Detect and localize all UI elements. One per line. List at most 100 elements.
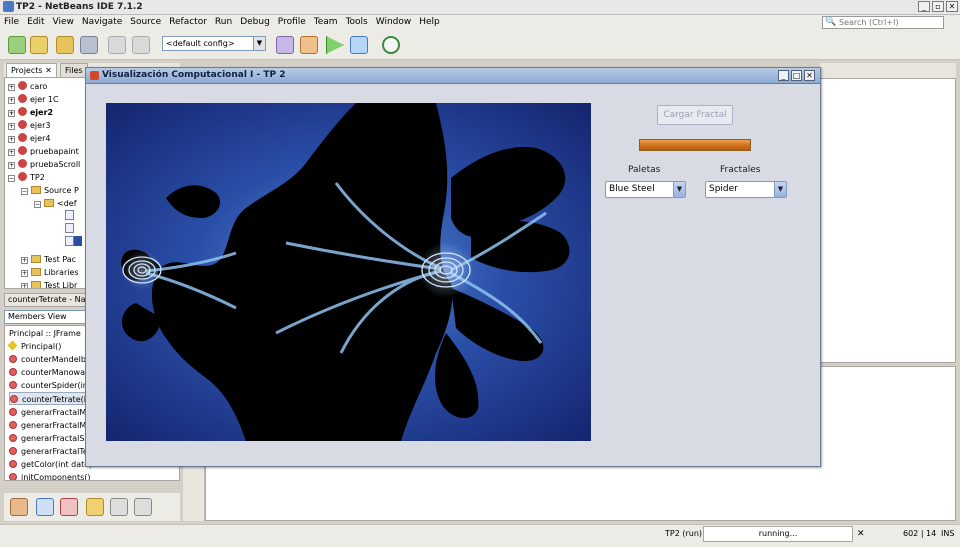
sort-icon[interactable] (134, 498, 152, 516)
fractal-select[interactable]: Spider ▼ (705, 181, 787, 198)
list-item[interactable]: generarFractalTe (9, 445, 88, 458)
java-file-icon (65, 210, 74, 220)
member-label: initComponents() (21, 473, 91, 481)
tree-item[interactable]: + Libraries (21, 266, 79, 279)
menu-refactor[interactable]: Refactor (165, 15, 211, 30)
debug-icon[interactable] (350, 36, 368, 54)
tree-item[interactable] (65, 236, 82, 249)
tree-item[interactable]: + Test Libr (21, 279, 78, 289)
tab-projects[interactable]: Projects ✕ (6, 63, 57, 77)
minimize-icon[interactable]: _ (918, 1, 930, 12)
tab-files[interactable]: Files (60, 63, 88, 77)
menu-bar: File Edit View Navigate Source Refactor Run Deb… (0, 15, 960, 30)
minimize-icon[interactable]: _ (778, 70, 789, 81)
java-cup-icon (90, 71, 99, 80)
method-icon (9, 447, 17, 455)
tree-item[interactable]: − <def (34, 197, 77, 210)
list-item[interactable]: initComponents() (9, 471, 91, 481)
menu-debug[interactable]: Debug (236, 15, 274, 30)
menu-view[interactable]: View (49, 15, 78, 30)
tree-item[interactable]: − Source P (21, 184, 79, 197)
undo-icon[interactable] (108, 36, 126, 54)
profile-icon[interactable] (382, 36, 400, 54)
palette-select[interactable]: Blue Steel ▼ (605, 181, 686, 198)
maximize-icon[interactable]: ▫ (932, 1, 944, 12)
method-icon (9, 368, 17, 376)
close-icon[interactable]: ✕ (857, 529, 865, 539)
tree-item[interactable]: − TP2 (8, 171, 45, 184)
tree-item[interactable] (65, 210, 74, 223)
close-icon[interactable]: ✕ (946, 1, 958, 12)
tree-item[interactable]: + ejer 1C (8, 93, 59, 106)
fields-icon[interactable] (36, 498, 54, 516)
load-fractal-button[interactable]: Cargar Fractal (657, 105, 733, 125)
tree-item-label: pruebaScroll (30, 160, 81, 169)
static-icon[interactable] (60, 498, 78, 516)
inherited-icon[interactable] (110, 498, 128, 516)
tree-item[interactable]: + ejer2 (8, 106, 53, 119)
tree-item-label: <def (57, 199, 77, 208)
new-project-icon[interactable] (30, 36, 48, 54)
list-item[interactable]: counterMandelbr (9, 353, 89, 366)
filter-icon[interactable] (10, 498, 28, 516)
editor-area[interactable] (820, 78, 956, 363)
list-item[interactable]: counterSpider(in (9, 379, 88, 392)
tree-item[interactable]: + Test Pac (21, 253, 76, 266)
tree-item[interactable]: + ejer3 (8, 119, 50, 132)
save-all-icon[interactable] (80, 36, 98, 54)
menu-tools[interactable]: Tools (342, 15, 372, 30)
redo-icon[interactable] (132, 36, 150, 54)
member-label: counterMandelbr (21, 355, 90, 364)
menu-window[interactable]: Window (372, 15, 416, 30)
menu-team[interactable]: Team (310, 15, 342, 30)
editor-tabs (820, 63, 956, 78)
member-label: generarFractalM (21, 408, 87, 417)
clean-build-icon[interactable] (300, 36, 318, 54)
progress-bar (639, 139, 751, 151)
tree-item[interactable]: + caro (8, 80, 47, 93)
run-icon[interactable] (326, 36, 344, 54)
tree-item[interactable]: + pruebapaint (8, 145, 79, 158)
menu-edit[interactable]: Edit (23, 15, 48, 30)
java-project-icon (18, 107, 27, 116)
config-select[interactable]: <default config> ▼ (162, 36, 266, 51)
menu-help[interactable]: Help (415, 15, 444, 30)
status-progress: running... (703, 526, 853, 542)
constructor-icon (7, 340, 18, 351)
java-file-icon (65, 236, 74, 246)
list-item[interactable]: counterManowar (9, 366, 88, 379)
list-item[interactable]: generarFractalM (9, 406, 86, 419)
fractal-canvas[interactable] (106, 103, 591, 441)
java-project-icon (18, 94, 27, 103)
tree-item[interactable]: + ejer4 (8, 132, 50, 145)
navigator-toolbar (4, 493, 180, 521)
list-item[interactable]: generarFractalM (9, 419, 86, 432)
search-input[interactable] (839, 17, 939, 28)
tree-item[interactable] (65, 223, 74, 236)
menu-profile[interactable]: Profile (274, 15, 310, 30)
member-label: counterSpider(in (21, 381, 88, 390)
folder-icon (31, 255, 41, 263)
fractal-image (121, 103, 570, 441)
build-hammer-icon[interactable] (276, 36, 294, 54)
tree-item-label: Test Libr (44, 281, 78, 289)
config-value: <default config> (166, 39, 235, 48)
non-public-icon[interactable] (86, 498, 104, 516)
list-item[interactable]: Principal() (7, 340, 61, 353)
tree-item[interactable]: + pruebaScroll (8, 158, 80, 171)
new-file-icon[interactable] (8, 36, 26, 54)
menu-run[interactable]: Run (211, 15, 236, 30)
menu-source[interactable]: Source (126, 15, 165, 30)
progress-fill (640, 140, 750, 150)
tree-item-label: ejer 1C (30, 95, 59, 104)
list-item[interactable]: generarFractalSp (9, 432, 90, 445)
menu-file[interactable]: File (0, 15, 23, 30)
list-item-selected[interactable]: counterTetrate(i (9, 392, 87, 405)
maximize-icon[interactable]: □ (791, 70, 802, 81)
tab-projects-label: Projects (11, 66, 43, 75)
member-label: generarFractalTe (21, 447, 88, 456)
ide-search[interactable]: 🔍 (822, 16, 944, 29)
close-icon[interactable]: ✕ (804, 70, 815, 81)
menu-navigate[interactable]: Navigate (78, 15, 126, 30)
open-project-icon[interactable] (56, 36, 74, 54)
